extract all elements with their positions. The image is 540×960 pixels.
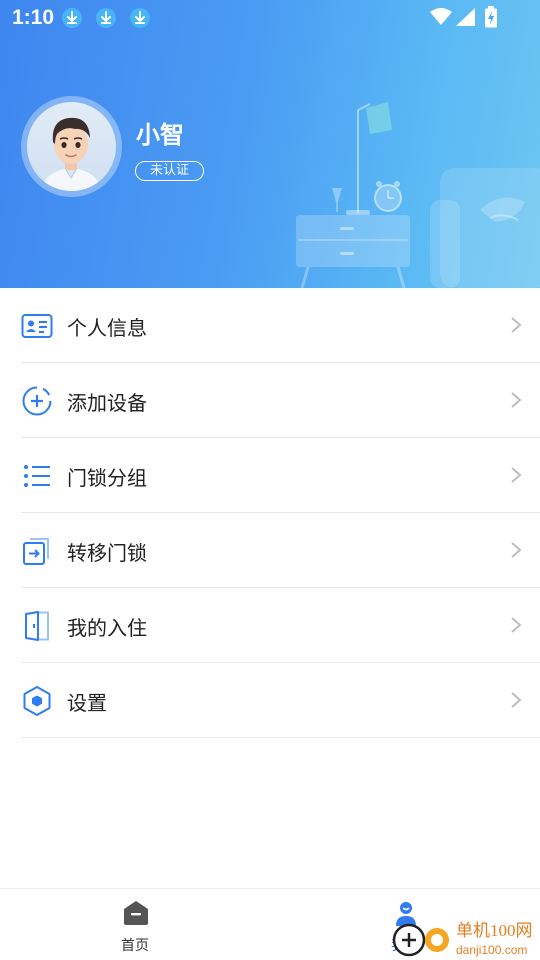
user-name: 小智 xyxy=(136,121,184,149)
profile-header: 1:10 小智 未认证 xyxy=(0,0,540,288)
download-notification-icon xyxy=(62,8,82,28)
tab-home[interactable]: 首页 xyxy=(0,889,270,960)
settings-hexagon-icon xyxy=(23,686,51,716)
menu-item-add-device[interactable]: 添加设备 xyxy=(21,363,540,438)
chevron-right-icon xyxy=(511,317,522,333)
menu-item-label: 门锁分组 xyxy=(67,466,147,490)
menu-item-settings[interactable]: 设置 xyxy=(21,663,540,738)
add-circle-icon xyxy=(22,386,52,416)
battery-charging-icon xyxy=(485,6,497,28)
status-bar: 1:10 xyxy=(0,0,540,36)
menu-item-label: 设置 xyxy=(67,691,107,715)
transfer-icon xyxy=(23,538,49,565)
home-icon xyxy=(124,901,148,925)
tab-label: 首页 xyxy=(121,938,149,954)
chevron-right-icon xyxy=(511,692,522,708)
menu-item-label: 添加设备 xyxy=(67,391,147,415)
id-card-icon xyxy=(21,314,53,338)
menu-item-lock-groups[interactable]: 门锁分组 xyxy=(21,438,540,513)
chevron-right-icon xyxy=(511,392,522,408)
download-notification-icon xyxy=(130,8,150,28)
menu-item-label: 转移门锁 xyxy=(67,541,147,565)
status-time: 1:10 xyxy=(12,6,55,29)
door-icon xyxy=(25,611,49,641)
menu-item-personal-info[interactable]: 个人信息 xyxy=(21,288,540,363)
list-icon xyxy=(24,465,50,487)
watermark-url: danji100.com xyxy=(456,943,527,957)
chevron-right-icon xyxy=(511,542,522,558)
menu-item-my-checkin[interactable]: 我的入住 xyxy=(21,588,540,663)
user-avatar-image xyxy=(41,117,102,191)
site-watermark: 单机100网 danji100.com xyxy=(392,921,533,957)
wifi-icon xyxy=(430,8,452,25)
download-notification-icon xyxy=(96,8,116,28)
verification-status-badge[interactable]: 未认证 xyxy=(135,161,204,181)
chevron-right-icon xyxy=(511,467,522,483)
menu-item-label: 个人信息 xyxy=(67,316,147,340)
cellular-signal-icon xyxy=(456,8,475,26)
menu-item-label: 我的入住 xyxy=(67,616,147,640)
chevron-right-icon xyxy=(511,617,522,633)
watermark-brand: 单机100网 xyxy=(456,921,533,940)
room-illustration xyxy=(296,102,540,288)
avatar[interactable] xyxy=(21,96,122,197)
menu-item-transfer-lock[interactable]: 转移门锁 xyxy=(21,513,540,588)
settings-menu: 个人信息 添加设备 门锁分组 转移门锁 我的入住 设置 xyxy=(0,288,540,738)
